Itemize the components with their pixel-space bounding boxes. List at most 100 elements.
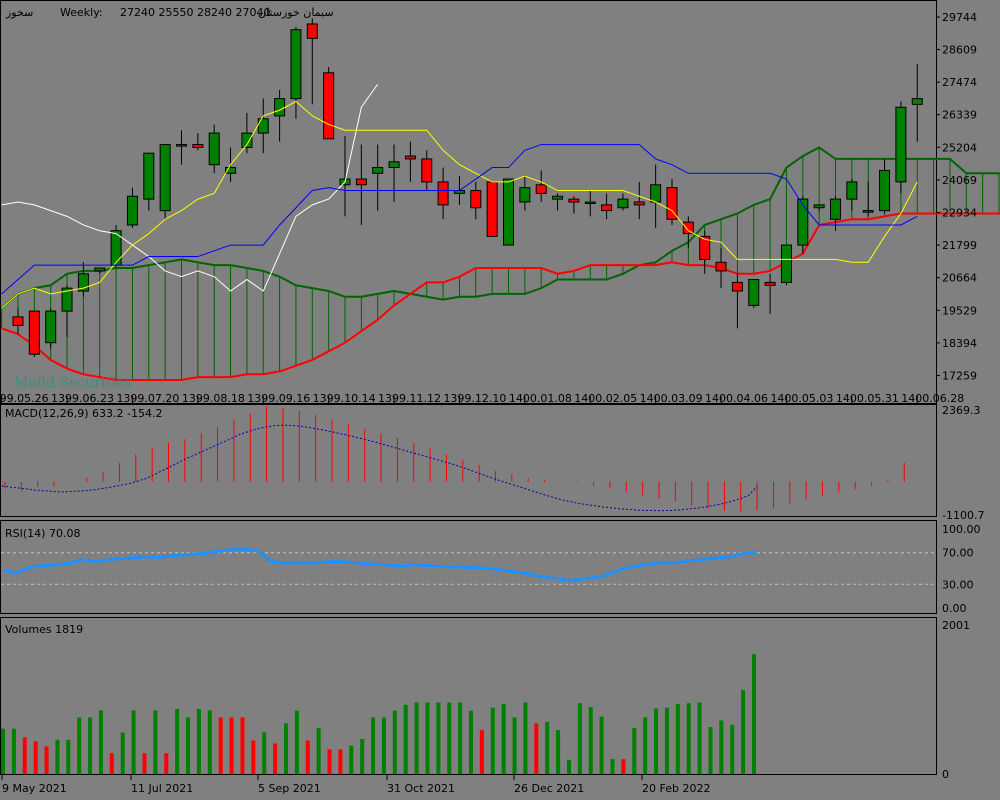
axis-ticks: 29744 28609 27474 26339 25204 24069 22934 21799… (0, 11, 984, 795)
ohlc-label: 27240 25550 28240 27040 (120, 6, 270, 19)
macd-tick-label: -1100.7 (942, 509, 984, 522)
volume-bar-up (447, 702, 452, 774)
candle-down (323, 72, 335, 140)
volume-bar-up (730, 724, 735, 774)
date-tick-label: 1400.01.08 (509, 392, 572, 405)
volume-bar-up (175, 708, 180, 774)
volume-bar-up (632, 727, 637, 774)
volume-bar-up (186, 717, 191, 774)
price-tick-label: 26339 (942, 109, 977, 122)
candle-up (846, 181, 858, 200)
rsi-line (3, 547, 757, 582)
candle-down (568, 198, 580, 203)
candle-up (830, 198, 841, 220)
symbol-label: سخوز (5, 6, 33, 19)
candle-down (715, 261, 727, 272)
candle-down (535, 184, 547, 194)
volume-bar-up (610, 759, 615, 774)
price-tick-label: 21799 (942, 239, 977, 252)
candle-up (650, 184, 662, 203)
volume-bar-up (719, 720, 724, 774)
volume-bar-up (675, 704, 680, 774)
candle-down (28, 310, 40, 355)
date-tick-label: 1400.04.06 (705, 392, 768, 405)
volume-bar-down (142, 753, 147, 774)
candle-up (617, 198, 629, 209)
volume-bar-up (77, 717, 82, 774)
price-tick-label: 29744 (942, 11, 977, 24)
volume-bar-up (545, 721, 550, 774)
rsi-tick-label: 100.00 (942, 523, 981, 536)
candle-up (388, 161, 400, 169)
date-tick-label: 1399.10.14 (313, 392, 376, 405)
price-tick-label: 24069 (942, 174, 977, 187)
panel-frames (0, 0, 937, 775)
volume-bar-up (523, 702, 528, 774)
volume-bar-up (153, 710, 158, 774)
candle-down (470, 190, 482, 209)
candlesticks (12, 18, 923, 358)
candle-up (780, 244, 792, 283)
volume-bar-up (741, 689, 746, 774)
volume-bar-up (371, 717, 376, 774)
candle-up (372, 167, 384, 174)
price-tick-label: 28609 (942, 44, 977, 57)
volume-bar-up (1, 728, 5, 774)
candle-up (797, 198, 809, 246)
price-tick-label: 22934 (942, 207, 977, 220)
candle-up (552, 195, 564, 200)
volume-bar-down (305, 740, 310, 774)
volume-bar-up (556, 730, 561, 774)
date-tick-label: 1399.09.16 (247, 392, 310, 405)
macd-panel-frame (0, 404, 937, 517)
volume-bar-up (403, 704, 408, 774)
volume-bar-up (294, 710, 299, 774)
rsi-tick-label: 0.00 (942, 602, 967, 615)
volume-bar-up (654, 708, 659, 774)
candle-down (486, 181, 498, 237)
volume-bar-down (621, 759, 626, 774)
volume-bar-down (273, 743, 278, 774)
chart-canvas: 29744 28609 27474 26339 25204 24069 22934 21799… (0, 0, 1000, 795)
rsi-label: RSI(14) 70.08 (5, 527, 80, 540)
volume-bar-up (381, 717, 386, 774)
volume-bar-up (262, 732, 267, 774)
volume-bar-down (164, 753, 169, 774)
bottom-date-label: 20 Feb 2022 (642, 782, 710, 795)
volume-bar-up (458, 702, 463, 774)
candle-up (895, 106, 907, 183)
candle-down (306, 23, 318, 39)
macd-label: MACD(12,26,9) 633.2 -154.2 (5, 407, 163, 420)
candle-up (126, 195, 138, 226)
volume-bar-up (469, 710, 474, 774)
date-tick-label: 1399.05.26 (0, 392, 49, 405)
candle-down (682, 221, 694, 235)
price-tick-label: 17259 (942, 369, 977, 382)
kijun-sen (1, 144, 918, 295)
price-tick-label: 25204 (942, 141, 977, 154)
rsi-tick-label: 70.00 (942, 547, 974, 560)
volume-bar-up (120, 732, 125, 774)
volume-bar-up (588, 706, 593, 774)
timeframe-label: Weekly: (60, 6, 103, 19)
volume-bar-up (425, 702, 430, 774)
candle-down (601, 204, 613, 212)
price-tick-label: 19529 (942, 304, 977, 317)
date-tick-label: 1399.11.12 (378, 392, 441, 405)
candle-down (731, 281, 743, 292)
senkou-span-b (1, 212, 1000, 382)
price-panel-frame (0, 0, 937, 404)
volume-bar-up (490, 707, 495, 774)
candle-up (290, 29, 302, 100)
volume-tick-label: 2001 (942, 619, 970, 632)
volume-bar-up (436, 702, 441, 774)
volume-bar-up (643, 717, 648, 774)
volume-bar-down (218, 717, 223, 774)
bottom-date-label: 31 Oct 2021 (387, 782, 455, 795)
volume-bar-up (360, 739, 365, 774)
watermark: Mofid Securities (14, 375, 131, 391)
volume-label: Volumes 1819 (5, 623, 83, 636)
price-tick-label: 27474 (942, 76, 977, 89)
volume-bar-down (229, 717, 234, 774)
volume-bar-down (240, 717, 245, 774)
